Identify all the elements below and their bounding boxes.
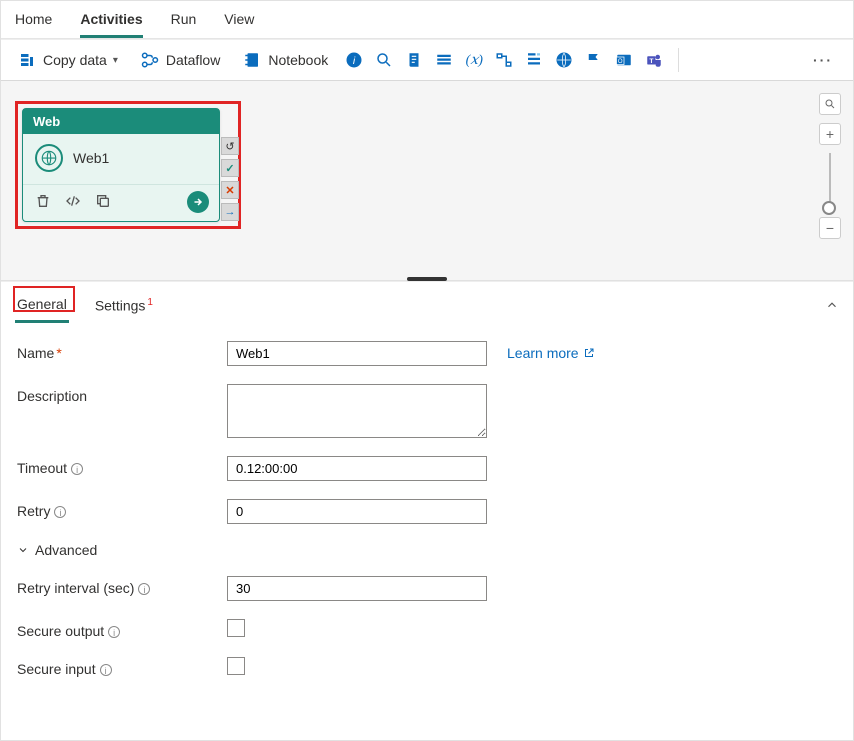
learn-more-link[interactable]: Learn more: [507, 341, 837, 361]
form-icon[interactable]: [524, 50, 544, 70]
copy-data-button[interactable]: Copy data ▾: [11, 46, 124, 74]
secure-output-checkbox[interactable]: [227, 619, 245, 637]
timeout-input[interactable]: [227, 456, 487, 481]
info-icon[interactable]: i: [344, 50, 364, 70]
zoom-out-button[interactable]: −: [819, 217, 841, 239]
secure-output-label: Secure outputi: [17, 619, 227, 639]
name-label: Name*: [17, 341, 227, 361]
activity-name-label: Web1: [73, 150, 109, 166]
port-success-icon[interactable]: ✓: [221, 159, 239, 177]
dataflow-button[interactable]: Dataflow: [134, 46, 226, 74]
tab-run[interactable]: Run: [171, 5, 197, 38]
flag-icon[interactable]: [584, 50, 604, 70]
zoom-controls: + −: [819, 93, 841, 239]
settings-badge: 1: [147, 297, 153, 308]
svg-text:O: O: [618, 59, 623, 65]
chevron-down-icon: ▾: [113, 55, 118, 66]
copy-data-icon: [17, 50, 37, 70]
advanced-toggle[interactable]: Advanced: [17, 542, 837, 558]
port-skip-icon[interactable]: →: [221, 203, 239, 221]
run-icon[interactable]: [187, 191, 209, 213]
general-form: Name* Learn more Description Timeouti Re…: [1, 323, 853, 695]
clone-icon[interactable]: [95, 193, 111, 212]
pipeline-canvas[interactable]: Web Web1 ↺ ✓ ✕ → + −: [1, 81, 853, 281]
advanced-label: Advanced: [35, 542, 97, 558]
retry-label: Retryi: [17, 499, 227, 519]
secure-input-checkbox[interactable]: [227, 657, 245, 675]
info-icon[interactable]: i: [71, 463, 83, 475]
script-icon[interactable]: [404, 50, 424, 70]
info-icon[interactable]: i: [108, 626, 120, 638]
list-icon[interactable]: [434, 50, 454, 70]
activity-type-label: Web: [23, 109, 219, 134]
panel-tab-settings[interactable]: Settings1: [93, 291, 155, 322]
ribbon-overflow-button[interactable]: ···: [803, 52, 843, 68]
retry-interval-label: Retry interval (sec)i: [17, 576, 227, 596]
description-input[interactable]: [227, 384, 487, 438]
variable-icon[interactable]: (𝑥): [464, 50, 484, 70]
top-tab-bar: Home Activities Run View: [1, 1, 853, 39]
outlook-icon[interactable]: O: [614, 50, 634, 70]
secure-input-label: Secure inputi: [17, 657, 227, 677]
tab-activities[interactable]: Activities: [80, 5, 142, 38]
info-icon[interactable]: i: [54, 506, 66, 518]
collapse-panel-icon[interactable]: [825, 298, 839, 315]
code-icon[interactable]: [65, 193, 81, 212]
search-icon[interactable]: [374, 50, 394, 70]
web-activity-node[interactable]: Web Web1 ↺ ✓ ✕ →: [22, 108, 220, 222]
zoom-slider[interactable]: [829, 153, 831, 209]
copy-data-label: Copy data: [43, 52, 107, 68]
globe-icon[interactable]: [554, 50, 574, 70]
tab-home[interactable]: Home: [15, 5, 52, 38]
activities-ribbon: Copy data ▾ Dataflow Notebook i (𝑥) O T …: [1, 39, 853, 81]
selection-highlight: Web Web1 ↺ ✓ ✕ →: [15, 101, 241, 229]
port-undo-icon[interactable]: ↺: [221, 137, 239, 155]
ribbon-divider: [678, 48, 679, 72]
teams-icon[interactable]: T: [644, 50, 664, 70]
delete-icon[interactable]: [35, 193, 51, 212]
notebook-icon: [242, 50, 262, 70]
panel-tab-bar: General Settings1: [1, 281, 853, 323]
info-icon[interactable]: i: [138, 583, 150, 595]
zoom-slider-handle[interactable]: [822, 201, 836, 215]
notebook-label: Notebook: [268, 52, 328, 68]
chevron-down-icon: [17, 544, 29, 556]
dataflow-label: Dataflow: [166, 52, 220, 68]
panel-tab-general[interactable]: General: [15, 290, 69, 323]
notebook-button[interactable]: Notebook: [236, 46, 334, 74]
retry-interval-input[interactable]: [227, 576, 487, 601]
info-icon[interactable]: i: [100, 664, 112, 676]
port-fail-icon[interactable]: ✕: [221, 181, 239, 199]
pipeline-icon[interactable]: [494, 50, 514, 70]
output-ports: ↺ ✓ ✕ →: [221, 137, 239, 221]
zoom-in-button[interactable]: +: [819, 123, 841, 145]
name-input[interactable]: [227, 341, 487, 366]
timeout-label: Timeouti: [17, 456, 227, 476]
retry-input[interactable]: [227, 499, 487, 524]
web-icon: [35, 144, 63, 172]
zoom-search-icon[interactable]: [819, 93, 841, 115]
description-label: Description: [17, 384, 227, 404]
tab-view[interactable]: View: [224, 5, 254, 38]
dataflow-icon: [140, 50, 160, 70]
